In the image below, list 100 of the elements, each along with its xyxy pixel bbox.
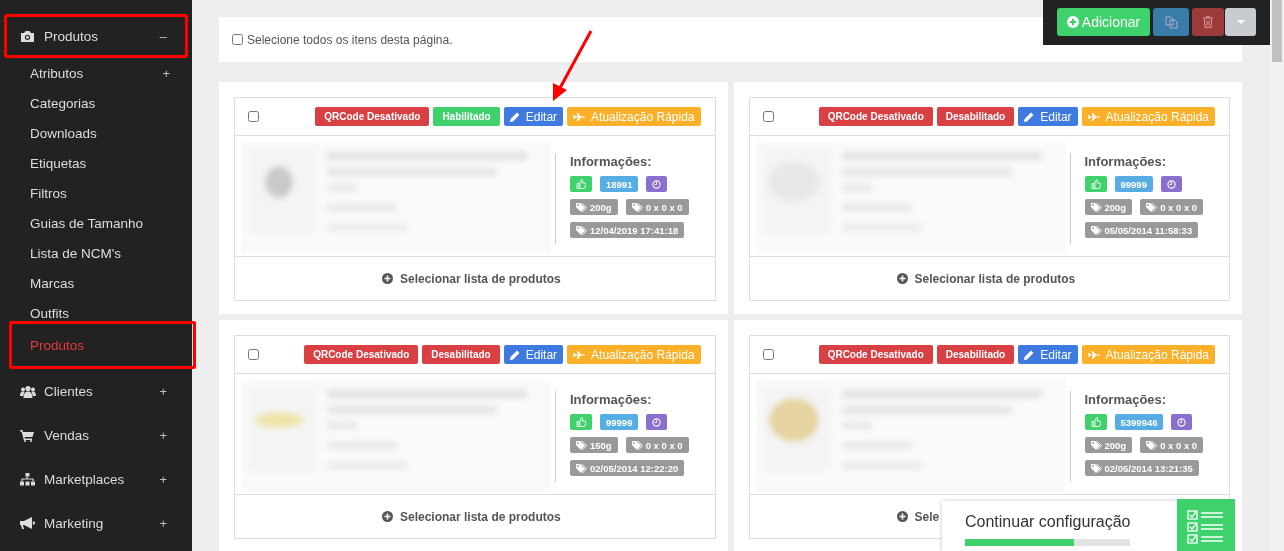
status-badge[interactable]: Desabilitado (936, 107, 1015, 126)
tag-icon (1090, 440, 1102, 450)
plus-circle-icon (896, 273, 908, 284)
pencil-icon (1024, 111, 1035, 122)
plus-circle-icon (382, 511, 393, 522)
sidebar-item[interactable]: Marcas (0, 268, 192, 298)
dimensions-tag: 0 x 0 x 0 (625, 437, 689, 453)
sidebar-group-item[interactable]: Marketplaces + (4, 457, 188, 501)
date-tag: 02/05/2014 13:21:35 (1084, 460, 1199, 476)
megaphone-icon (20, 516, 35, 530)
thumbs-up-icon (1090, 179, 1101, 189)
pencil-icon (1024, 349, 1035, 360)
tag-icon (576, 225, 587, 235)
weight-tag: 200g (1084, 199, 1133, 215)
clock-icon (652, 179, 662, 189)
jet-icon (1087, 350, 1100, 359)
code-badge: 5399946 (1114, 414, 1164, 430)
jet-icon (573, 112, 586, 121)
thumbs-up-icon (1090, 417, 1101, 427)
code-badge: 18991 (600, 176, 639, 192)
cart-icon (20, 428, 34, 442)
qrcode-status-badge[interactable]: QRCode Desativado (818, 345, 933, 364)
sidebar-item[interactable]: Etiquetas (0, 148, 192, 178)
tag-icon (1146, 202, 1158, 212)
tag-icon (576, 463, 587, 473)
weight-tag: 200g (1084, 437, 1133, 453)
thumbs-up-icon (576, 417, 586, 427)
plus-circle-icon (896, 511, 908, 522)
toggle-sign[interactable]: – (159, 28, 167, 44)
info-heading: Informações: (1084, 154, 1168, 169)
toggle-sign[interactable]: + (159, 471, 167, 487)
pencil-icon (509, 111, 520, 122)
qrcode-status-badge[interactable]: QRCode Desativado (818, 107, 933, 126)
delete-button[interactable] (1192, 8, 1224, 36)
sidebar-group-item[interactable]: Marketing + (4, 501, 188, 545)
sidebar-item[interactable]: Filtros (0, 178, 192, 208)
jet-icon (1087, 112, 1100, 121)
plus-circle-icon (1066, 16, 1079, 28)
edit-button[interactable]: Editar (1018, 107, 1078, 126)
select-list-link[interactable]: Sele (896, 509, 940, 524)
tag-icon (1090, 225, 1102, 235)
copy-icon (1164, 15, 1178, 29)
edit-button[interactable]: Editar (503, 107, 564, 126)
checkbox[interactable] (762, 111, 774, 122)
caret-icon (1236, 20, 1245, 24)
info-heading: Informações: (570, 154, 653, 169)
date-tag: 02/05/2014 12:22:20 (570, 460, 685, 476)
sidebar-item[interactable]: Guias de Tamanho (0, 208, 192, 238)
weight-tag: 150g (570, 437, 618, 453)
dimensions-tag: 0 x 0 x 0 (1140, 199, 1204, 215)
dimensions-tag: 0 x 0 x 0 (625, 199, 689, 215)
status-badge[interactable]: Desabilitado (422, 345, 500, 364)
checkbox[interactable] (762, 349, 774, 360)
sidebar-item[interactable]: Produtos (9, 321, 196, 369)
sidebar-item[interactable]: Lista de NCM's (0, 238, 192, 268)
tag-icon (631, 440, 643, 450)
edit-button[interactable]: Editar (503, 345, 564, 364)
tag-icon (1090, 202, 1102, 212)
toggle-sign[interactable]: + (159, 427, 167, 443)
pencil-icon (509, 349, 520, 360)
sidebar-item[interactable]: Atributos + (0, 58, 192, 88)
weight-tag: 200g (570, 199, 618, 215)
users-icon (20, 384, 36, 398)
sidebar-group-item[interactable]: Produtos – (4, 14, 188, 58)
scrollbar-thumb[interactable] (1272, 0, 1282, 62)
code-badge: 99999 (600, 414, 639, 430)
status-badge[interactable]: Desabilitado (936, 345, 1015, 364)
qrcode-status-badge[interactable]: QRCode Desativado (315, 107, 430, 126)
info-heading: Informações: (1084, 392, 1168, 407)
select-list-link[interactable]: Selecionar lista de produtos (382, 509, 561, 524)
clock-icon (652, 417, 662, 427)
select-list-link[interactable]: Selecionar lista de produtos (382, 271, 561, 286)
tag-icon (576, 440, 587, 450)
thumbs-up-icon (576, 179, 586, 189)
camera-icon (20, 29, 35, 43)
setup-toast[interactable]: Continuar configuração (942, 501, 1177, 551)
trash-icon (1203, 16, 1213, 28)
clock-icon (1166, 179, 1176, 189)
select-list-link[interactable]: Selecionar lista de produtos (896, 271, 1076, 286)
sidebar-group-item[interactable]: Vendas + (4, 413, 188, 457)
tag-icon (576, 202, 587, 212)
tag-icon (1146, 440, 1158, 450)
edit-button[interactable]: Editar (1018, 345, 1078, 364)
checklist-button[interactable] (1177, 499, 1235, 551)
setup-title: Continuar configuração (965, 513, 1132, 531)
toggle-sign[interactable]: + (159, 383, 167, 399)
sidebar-item[interactable]: Categorias (0, 88, 192, 118)
checkbox[interactable] (248, 349, 259, 360)
tag-icon (1090, 463, 1102, 473)
sidebar-group-item[interactable]: Clientes + (4, 369, 188, 413)
select-all-label: Selecione todos os itens desta página. (247, 32, 453, 47)
date-tag: 12/04/2019 17:41:18 (570, 222, 685, 238)
checkbox[interactable] (248, 111, 259, 122)
qrcode-status-badge[interactable]: QRCode Desativado (304, 345, 419, 364)
toggle-sign[interactable]: + (159, 515, 167, 531)
sidebar-item[interactable]: Downloads (0, 118, 192, 148)
toggle-sign[interactable]: + (162, 65, 170, 81)
checkbox[interactable] (232, 34, 243, 45)
jet-icon (573, 350, 586, 359)
date-tag: 05/05/2014 11:58:33 (1084, 222, 1199, 238)
